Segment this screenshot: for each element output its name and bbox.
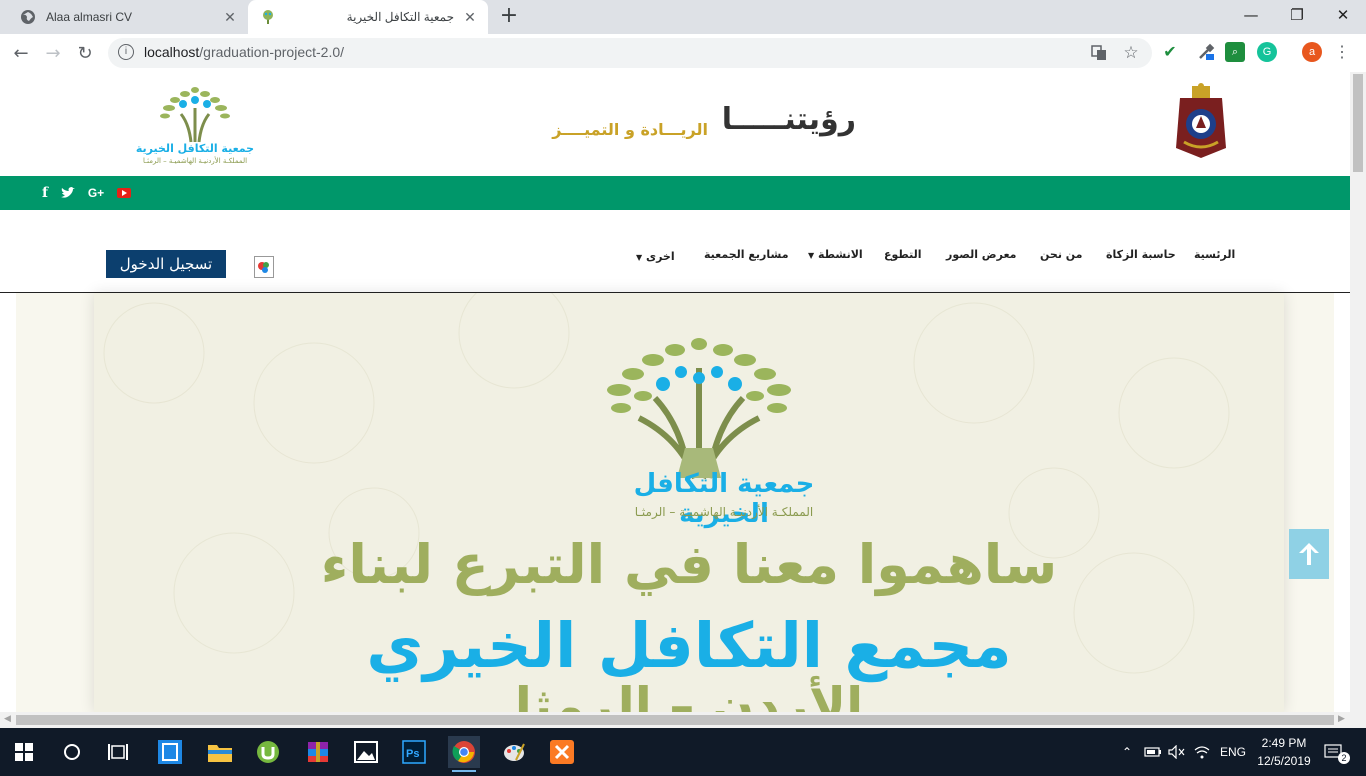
- logo-subtitle: المملكـة الأردنيـة الهاشميـة – الرمثـا: [142, 157, 248, 165]
- nav-item-volunteer[interactable]: التطوع: [884, 248, 922, 261]
- web-page: جمعية التكافل الخيرية المملكـة الأردنيـة…: [0, 72, 1350, 712]
- main-nav: تسجيل الدخول الرئسية حاسبة الزكاة من نحن…: [0, 210, 1350, 293]
- close-icon[interactable]: ✕: [462, 9, 478, 25]
- url-text[interactable]: localhost/graduation-project-2.0/: [144, 44, 344, 60]
- youtube-icon[interactable]: [116, 176, 132, 210]
- nav-item-activities[interactable]: الانشطة ▼: [808, 248, 863, 261]
- winrar-icon[interactable]: [302, 736, 334, 768]
- google-plus-icon[interactable]: G+: [86, 176, 106, 210]
- nav-item-home[interactable]: الرئسية: [1194, 248, 1235, 261]
- twitter-icon[interactable]: [60, 176, 76, 210]
- windows-taskbar: Ps ⌃ ENG 2:49 PM 12/5/2019 2: [0, 728, 1366, 776]
- address-bar[interactable]: i localhost/graduation-project-2.0/ ☆: [108, 38, 1152, 68]
- info-icon[interactable]: i: [118, 44, 134, 60]
- bookmark-star-icon[interactable]: ☆: [1122, 43, 1140, 63]
- maximize-button[interactable]: ❐: [1274, 0, 1320, 30]
- tree-favicon-icon: [260, 9, 276, 25]
- banner-line-1: ساهموا معنا في التبرع لبناء: [320, 533, 1058, 596]
- login-button[interactable]: تسجيل الدخول: [106, 250, 226, 278]
- language-switch-icon[interactable]: [254, 256, 274, 278]
- banner-line-2: مجمع التكافل الخيري: [366, 609, 1012, 682]
- scroll-thumb[interactable]: [16, 715, 1334, 725]
- hero-banner: جمعية التكافل الخيرية المملكـة الأردنيـة…: [16, 293, 1334, 712]
- paint-icon[interactable]: [498, 736, 530, 768]
- tray-expand-icon[interactable]: ⌃: [1122, 728, 1132, 776]
- banner-image: جمعية التكافل الخيرية المملكـة الأردنيـة…: [94, 293, 1284, 712]
- site-header: جمعية التكافل الخيرية المملكـة الأردنيـة…: [0, 72, 1350, 176]
- facebook-icon[interactable]: f: [38, 176, 52, 210]
- social-bar: f G+: [0, 176, 1350, 210]
- scroll-left-icon[interactable]: ◀: [4, 714, 11, 724]
- site-logo[interactable]: جمعية التكافل الخيرية المملكـة الأردنيـة…: [120, 84, 270, 168]
- vision-block: رؤيتنـــــا الريـــادة و التميــــز: [490, 102, 860, 148]
- clock-date: 12/5/2019: [1257, 754, 1311, 768]
- jordan-crest-icon: [1172, 82, 1230, 164]
- volume-muted-icon[interactable]: [1168, 728, 1186, 776]
- tab-strip: Alaa almasri CV ✕ جمعية التكافل الخيرية …: [0, 0, 1366, 34]
- app-launcher-icon[interactable]: [154, 736, 186, 768]
- new-tab-button[interactable]: +: [498, 5, 520, 28]
- nav-item-more[interactable]: اخرى ▼: [636, 250, 675, 263]
- profile-avatar[interactable]: a: [1302, 42, 1322, 62]
- logo-name: جمعية التكافل الخيرية: [135, 142, 255, 155]
- reload-button[interactable]: ↻: [72, 40, 98, 66]
- caret-down-icon: ▼: [636, 253, 643, 262]
- tab-title: جمعية التكافل الخيرية: [346, 10, 454, 24]
- horizontal-scrollbar[interactable]: ◀ ▶: [0, 712, 1366, 728]
- windows-start-icon[interactable]: [8, 736, 40, 768]
- wifi-icon[interactable]: [1194, 728, 1210, 776]
- forward-button[interactable]: →: [40, 40, 66, 66]
- clock-time: 2:49 PM: [1261, 736, 1307, 750]
- scroll-thumb[interactable]: [1353, 74, 1363, 172]
- grammarly-icon[interactable]: G: [1257, 42, 1277, 62]
- notification-count: 2: [1338, 752, 1350, 764]
- task-view-icon[interactable]: [102, 736, 134, 768]
- file-explorer-icon[interactable]: [204, 736, 236, 768]
- extension-eyedropper-icon[interactable]: [1196, 42, 1216, 62]
- nav-item-zakat-calculator[interactable]: حاسبة الزكاة: [1106, 248, 1176, 261]
- translate-icon[interactable]: [1090, 44, 1108, 62]
- tab-alaa-cv[interactable]: Alaa almasri CV ✕: [8, 0, 248, 34]
- extension-search-icon[interactable]: ⌕: [1225, 42, 1245, 62]
- close-icon[interactable]: ✕: [222, 9, 238, 25]
- close-window-button[interactable]: ✕: [1320, 0, 1366, 30]
- notification-center-icon[interactable]: 2: [1324, 728, 1356, 776]
- nav-item-gallery[interactable]: معرض الصور: [946, 248, 1016, 261]
- language-indicator[interactable]: ENG: [1220, 728, 1246, 776]
- tab-title: Alaa almasri CV: [46, 10, 133, 24]
- chrome-icon[interactable]: [448, 736, 480, 772]
- tab-takaful[interactable]: جمعية التكافل الخيرية ✕: [248, 0, 488, 34]
- caret-down-icon: ▼: [808, 251, 815, 260]
- banner-line-3: الأردن – الرمثا: [514, 677, 864, 712]
- scroll-to-top-button[interactable]: [1289, 529, 1329, 579]
- minimize-button[interactable]: —: [1228, 0, 1274, 30]
- banner-logo-subtitle: المملكـة الأردنيـة الهاشميـة – الرمثـا: [634, 505, 814, 519]
- back-button[interactable]: ←: [8, 40, 34, 66]
- search-icon[interactable]: [56, 736, 88, 768]
- battery-icon[interactable]: [1144, 728, 1162, 776]
- system-clock[interactable]: 2:49 PM 12/5/2019: [1256, 734, 1312, 770]
- arrow-up-icon: [1299, 543, 1319, 565]
- xampp-icon[interactable]: [546, 736, 578, 768]
- vertical-scrollbar[interactable]: [1350, 72, 1366, 712]
- nav-item-projects[interactable]: مشاريع الجمعية: [704, 248, 789, 261]
- photoshop-icon[interactable]: Ps: [398, 736, 430, 768]
- nav-item-about[interactable]: من نحن: [1040, 248, 1083, 261]
- banner-logo-name: جمعية التكافل الخيرية: [633, 469, 815, 529]
- vision-subtitle: الريـــادة و التميــــز: [552, 120, 708, 139]
- chrome-menu-icon[interactable]: ⋮: [1332, 42, 1352, 62]
- scroll-right-icon[interactable]: ▶: [1338, 714, 1345, 724]
- utorrent-icon[interactable]: [252, 736, 284, 768]
- extension-check-icon[interactable]: ✔: [1160, 42, 1180, 62]
- banner-logo: جمعية التكافل الخيرية المملكـة الأردنيـة…: [594, 333, 854, 529]
- globe-icon: [20, 9, 36, 25]
- svg-text:Ps: Ps: [406, 748, 419, 760]
- browser-toolbar: ← → ↻ i localhost/graduation-project-2.0…: [0, 34, 1366, 73]
- photos-icon[interactable]: [350, 736, 382, 768]
- vision-title: رؤيتنـــــا: [721, 102, 856, 137]
